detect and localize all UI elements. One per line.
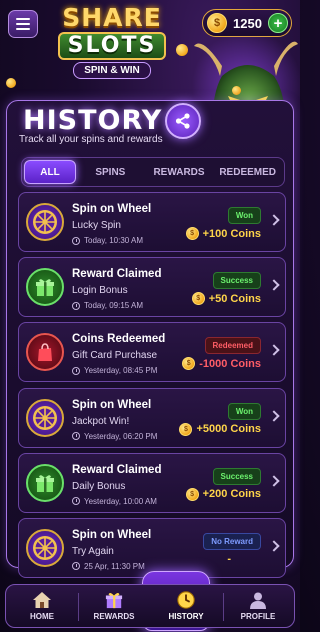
clock-icon bbox=[72, 497, 80, 506]
entry-subtitle: Daily Bonus bbox=[72, 480, 126, 492]
bottom-navigation: HOME REWARDS HISTORY PROFILE bbox=[5, 584, 295, 628]
clock-icon bbox=[72, 432, 80, 441]
page-title: HISTORY bbox=[23, 105, 163, 136]
entry-subtitle: Jackpot Win! bbox=[72, 415, 130, 427]
menu-button[interactable] bbox=[8, 10, 38, 38]
decorative-coin-icon bbox=[6, 78, 16, 88]
decorative-coin-icon bbox=[232, 86, 241, 95]
status-badge: No Reward bbox=[203, 532, 261, 550]
clock-icon bbox=[72, 366, 80, 375]
tab-rewards[interactable]: REWARDS bbox=[145, 160, 214, 184]
entry-time: Today, 10:30 AM bbox=[72, 236, 143, 245]
hamburger-icon bbox=[16, 18, 30, 20]
nav-rewards[interactable]: REWARDS bbox=[78, 585, 150, 627]
list-item[interactable]: Spin on Wheel Jackpot Win! Yesterday, 06… bbox=[18, 387, 286, 448]
entry-amount: $ +200 Coins bbox=[185, 487, 261, 501]
list-item[interactable]: Reward Claimed Daily Bonus Yesterday, 10… bbox=[18, 452, 286, 513]
clock-icon bbox=[72, 236, 80, 245]
tab-all[interactable]: ALL bbox=[24, 160, 76, 184]
entry-title: Reward Claimed bbox=[72, 268, 162, 281]
coin-icon: $ bbox=[185, 227, 199, 240]
wheel-icon bbox=[26, 528, 64, 567]
entry-subtitle: Try Again bbox=[72, 545, 114, 557]
entry-amount: $ +50 Coins bbox=[191, 292, 261, 306]
coin-balance-amount: 1250 bbox=[233, 15, 262, 31]
coin-icon: $ bbox=[185, 487, 199, 501]
clock-icon bbox=[72, 562, 80, 571]
logo-slots-text: SLOTS bbox=[57, 32, 167, 60]
entry-time: Yesterday, 10:00 AM bbox=[72, 497, 157, 506]
logo-share-text: SHARE bbox=[62, 3, 162, 32]
coin-icon: $ bbox=[191, 292, 205, 306]
coin-icon: $ bbox=[182, 357, 196, 371]
coin-icon: $ bbox=[179, 422, 193, 436]
entry-subtitle: Gift Card Purchase bbox=[72, 350, 158, 362]
tab-spins[interactable]: SPINS bbox=[76, 160, 145, 184]
entry-amount: $ +100 Coins bbox=[185, 227, 261, 240]
entry-subtitle: Login Bonus bbox=[72, 285, 128, 297]
nav-history[interactable]: HISTORY bbox=[150, 585, 222, 627]
entry-amount: - bbox=[227, 552, 231, 565]
entry-title: Spin on Wheel bbox=[72, 528, 152, 541]
profile-icon bbox=[248, 591, 268, 609]
app-logo: SHARE SLOTS SPIN & WIN bbox=[48, 4, 176, 86]
nav-divider bbox=[223, 593, 224, 621]
nav-divider bbox=[78, 593, 79, 621]
entry-title: Spin on Wheel bbox=[72, 203, 152, 215]
tab-redeemed[interactable]: REDEEMED bbox=[213, 160, 282, 184]
status-badge: Redeemed bbox=[204, 337, 261, 355]
chevron-right-icon bbox=[268, 344, 280, 357]
status-badge: Success bbox=[212, 467, 261, 485]
chevron-right-icon bbox=[268, 540, 280, 552]
history-list: Spin on Wheel Lucky Spin Today, 10:30 AM… bbox=[18, 192, 286, 583]
gift-icon bbox=[26, 268, 64, 307]
decorative-coin-icon bbox=[176, 44, 188, 56]
entry-subtitle: Lucky Spin bbox=[72, 220, 121, 231]
entry-title: Coins Redeemed bbox=[72, 333, 166, 346]
history-panel: HISTORY Track all your spins and rewards… bbox=[6, 100, 294, 578]
status-badge: Won bbox=[227, 402, 261, 420]
wheel-icon bbox=[26, 203, 64, 241]
clock-icon bbox=[72, 301, 80, 310]
coin-balance: $ 1250 + bbox=[202, 9, 292, 37]
nav-label: HOME bbox=[30, 612, 54, 621]
gift-icon bbox=[104, 591, 124, 609]
nav-label: PROFILE bbox=[240, 612, 276, 621]
list-item[interactable]: Spin on Wheel Try Again 25 Apr, 11:30 PM… bbox=[18, 517, 286, 578]
chevron-right-icon bbox=[268, 475, 280, 487]
chevron-right-icon bbox=[268, 409, 280, 422]
list-item[interactable]: Spin on Wheel Lucky Spin Today, 10:30 AM… bbox=[18, 192, 286, 252]
status-badge: Won bbox=[227, 207, 261, 224]
entry-amount: $ +5000 Coins bbox=[179, 422, 261, 436]
entry-title: Reward Claimed bbox=[72, 463, 162, 476]
list-item[interactable]: Coins Redeemed Gift Card Purchase Yester… bbox=[18, 322, 286, 383]
history-clock-icon bbox=[176, 591, 196, 609]
add-coins-button[interactable]: + bbox=[268, 13, 288, 33]
entry-time: Yesterday, 08:45 PM bbox=[72, 366, 157, 375]
home-icon bbox=[32, 591, 52, 609]
entry-time: Yesterday, 06:20 PM bbox=[72, 432, 157, 441]
app-header: SHARE SLOTS SPIN & WIN $ 1250 + bbox=[0, 0, 300, 146]
entry-time: 25 Apr, 11:30 PM bbox=[72, 562, 145, 571]
entry-amount: $ -1000 Coins bbox=[182, 357, 261, 371]
coin-icon: $ bbox=[207, 13, 227, 33]
list-item[interactable]: Reward Claimed Login Bonus Today, 09:15 … bbox=[18, 257, 286, 318]
nav-label: REWARDS bbox=[93, 612, 135, 621]
nav-profile[interactable]: PROFILE bbox=[222, 585, 294, 627]
entry-time: Today, 09:15 AM bbox=[72, 301, 143, 310]
chevron-right-icon bbox=[268, 214, 280, 226]
share-button[interactable] bbox=[165, 103, 201, 139]
shopping-bag-icon bbox=[26, 333, 64, 372]
wheel-icon bbox=[26, 398, 64, 437]
gift-icon bbox=[26, 463, 64, 502]
chevron-right-icon bbox=[268, 279, 280, 291]
nav-home[interactable]: HOME bbox=[6, 585, 78, 627]
nav-label: HISTORY bbox=[168, 612, 204, 621]
filter-tabs: ALL SPINS REWARDS REDEEMED bbox=[21, 157, 285, 187]
entry-title: Spin on Wheel bbox=[72, 398, 152, 411]
page-subtitle: Track all your spins and rewards bbox=[19, 134, 163, 145]
share-icon bbox=[175, 113, 190, 129]
logo-tagline: SPIN & WIN bbox=[73, 62, 151, 79]
status-badge: Success bbox=[212, 272, 261, 290]
